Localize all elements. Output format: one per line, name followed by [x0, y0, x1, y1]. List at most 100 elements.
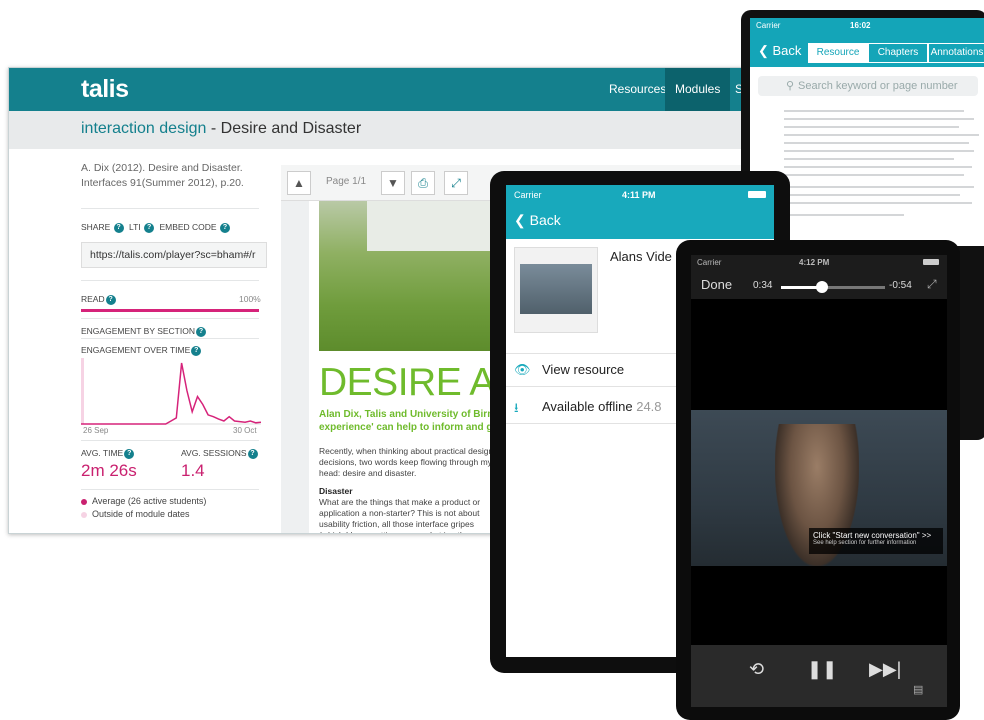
breadcrumb-module[interactable]: interaction design: [81, 120, 206, 137]
share-url-field[interactable]: https://talis.com/player?sc=bham#/r: [81, 242, 267, 268]
status-bar: Carrier 16:02: [750, 18, 984, 35]
video-caption-overlay[interactable]: Click "Start new conversation" >> See he…: [809, 528, 943, 554]
download-icon: ⭳: [514, 400, 519, 415]
tab-annotations[interactable]: Annotations: [928, 43, 984, 63]
avg-time-label: AVG. TIME?: [81, 448, 137, 459]
replay-30-icon[interactable]: ⟲: [749, 659, 764, 680]
available-offline-text: Available offline: [542, 399, 633, 414]
print-icon[interactable]: ⎙: [411, 171, 435, 195]
legend-outside-text: Outside of module dates: [92, 509, 190, 519]
fullscreen-icon[interactable]: ⤢: [444, 171, 468, 195]
avg-time-value: 2m 26s: [81, 461, 137, 480]
back-label: Back: [772, 43, 802, 58]
player-controls: ⟲ ❚❚ ▶▶| ▤: [691, 645, 947, 707]
help-icon[interactable]: ?: [124, 448, 135, 459]
search-icon: ⚲: [786, 80, 795, 92]
video-player-screen: Carrier 4:12 PM Done 0:34 -0:54 ⤢ Click …: [691, 255, 947, 707]
chart-x-start: 26 Sep: [83, 426, 109, 435]
text-line: [784, 134, 979, 136]
article-standfirst: experience' can help to inform and gu: [319, 422, 499, 433]
top-nav-bar: talis Resources Modules S: [9, 68, 749, 111]
text-line: [784, 202, 972, 204]
text-line: [784, 110, 964, 112]
read-label: READ?: [81, 294, 119, 305]
help-icon[interactable]: ?: [105, 294, 116, 305]
help-icon[interactable]: ?: [196, 326, 206, 337]
avg-time-label-text: AVG. TIME: [81, 448, 124, 458]
video-frame[interactable]: Click "Start new conversation" >> See he…: [691, 410, 947, 566]
read-value: 100%: [239, 294, 261, 304]
engagement-by-section-label: ENGAGEMENT BY SECTION?: [81, 326, 209, 337]
resource-title: Desire and Disaster: [220, 120, 362, 137]
avg-sessions-value: 1.4: [181, 461, 205, 480]
help-icon[interactable]: ?: [113, 222, 124, 233]
page-title: interaction design - Desire and Disaster: [81, 120, 361, 138]
phone-device-video: Carrier 4:12 PM Done 0:34 -0:54 ⤢ Click …: [676, 240, 960, 720]
divider: [81, 280, 259, 281]
pause-icon[interactable]: ❚❚: [807, 659, 837, 680]
resource-title: Alans Vide: [610, 249, 672, 264]
tab-chapters[interactable]: Chapters: [868, 43, 928, 63]
lti-label[interactable]: LTI: [129, 222, 141, 232]
search-input[interactable]: ⚲ Search keyword or page number: [758, 76, 978, 96]
article-body-2: What are the things that make a product …: [319, 497, 481, 533]
tab-resource[interactable]: Resource: [808, 43, 868, 63]
done-button[interactable]: Done: [701, 277, 732, 292]
chevron-left-icon: ❮: [758, 43, 773, 58]
article-subheading: Disaster: [319, 486, 353, 496]
divider: [81, 318, 259, 319]
nav-modules[interactable]: Modules: [665, 68, 731, 111]
engagement-over-time-text: ENGAGEMENT OVER TIME: [81, 345, 191, 355]
legend-dot-icon: [81, 498, 87, 505]
expand-icon[interactable]: ⤢: [927, 277, 937, 292]
chevron-left-icon: ❮: [514, 212, 530, 228]
help-icon[interactable]: ?: [219, 222, 230, 233]
avg-sessions-label: AVG. SESSIONS?: [181, 448, 261, 459]
chevron-down-icon[interactable]: ▼: [381, 171, 405, 195]
battery-icon: [923, 259, 939, 265]
caption-subtext: See help section for further information: [813, 540, 917, 546]
thumbnail-image: [520, 264, 592, 314]
divider: [81, 208, 259, 209]
text-line: [784, 158, 954, 160]
article-heading: DESIRE A: [319, 361, 495, 404]
tablet-nav-bar: ❮ Back Resource Chapters Annotations: [750, 35, 984, 67]
chevron-up-icon[interactable]: ▲: [287, 171, 311, 195]
clock: 4:11 PM: [622, 190, 656, 200]
view-resource-label: View resource: [542, 362, 625, 377]
embed-code-label[interactable]: EMBED CODE: [159, 222, 216, 232]
help-icon[interactable]: ?: [247, 448, 258, 459]
caption-text: Click "Start new conversation" >>: [813, 531, 932, 540]
carrier-label: Carrier: [756, 21, 781, 30]
read-label-text: READ: [81, 294, 105, 304]
engagement-over-time-label: ENGAGEMENT OVER TIME?: [81, 345, 204, 356]
talis-logo[interactable]: talis: [81, 75, 129, 104]
file-size: 24.8: [636, 399, 662, 414]
fast-forward-icon[interactable]: ▶▶|: [869, 659, 901, 680]
captions-icon[interactable]: ▤: [913, 683, 923, 696]
avg-sessions-label-text: AVG. SESSIONS: [181, 448, 247, 458]
legend-outside: Outside of module dates: [81, 509, 190, 519]
scrubber-handle[interactable]: [815, 281, 828, 293]
article-body: Recently, when thinking about practical …: [319, 446, 494, 478]
share-label[interactable]: SHARE: [81, 222, 110, 232]
back-button[interactable]: ❮ Back: [514, 212, 561, 229]
divider: [81, 338, 259, 339]
title-bar: interaction design - Desire and Disaster: [9, 111, 749, 149]
title-separator: -: [206, 120, 221, 137]
clock: 4:12 PM: [799, 258, 830, 267]
divider: [81, 440, 259, 441]
back-button[interactable]: ❮ Back: [758, 43, 801, 59]
legend-average-text: Average (26 active students): [92, 496, 207, 506]
search-placeholder: Search keyword or page number: [798, 80, 958, 92]
help-icon[interactable]: ?: [144, 222, 155, 233]
carrier-label: Carrier: [514, 190, 542, 200]
chart-x-end: 30 Oct: [233, 426, 257, 435]
help-icon[interactable]: ?: [191, 345, 202, 356]
back-label: Back: [529, 212, 561, 228]
player-top-bar: Carrier 4:12 PM Done 0:34 -0:54 ⤢: [691, 255, 947, 299]
page-indicator: Page 1/1: [326, 176, 367, 187]
text-line: [784, 186, 974, 188]
video-thumbnail[interactable]: [514, 247, 598, 333]
text-line: [784, 174, 964, 176]
